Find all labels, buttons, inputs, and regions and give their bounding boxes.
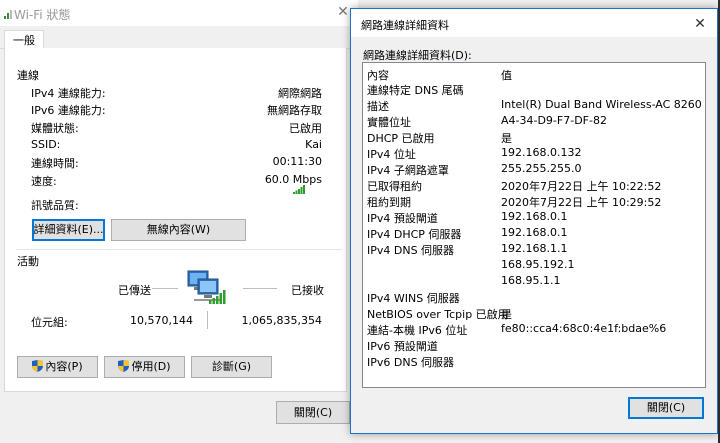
- list-item[interactable]: IPv4 位址 192.168.0.132: [363, 146, 705, 162]
- list-item-value: 是: [501, 132, 512, 145]
- list-item[interactable]: IPv4 DNS 伺服器 192.168.1.1: [363, 242, 705, 258]
- tab-general[interactable]: 一般: [4, 30, 44, 50]
- details-list-label: 網路連線詳細資料(D):: [363, 49, 472, 62]
- wifi-window-title: Wi-Fi 狀態: [14, 8, 71, 22]
- list-item-property: IPv4 DNS 伺服器: [367, 244, 455, 257]
- list-item-value: Intel(R) Dual Band Wireless-AC 8260: [501, 98, 702, 111]
- list-item[interactable]: IPv6 DNS 伺服器: [363, 354, 705, 370]
- wireless-properties-button[interactable]: 無線內容(W): [111, 219, 246, 241]
- ipv6-connectivity-label: IPv6 連線能力:: [31, 104, 106, 117]
- details-dialog-title: 網路連線詳細資料: [361, 19, 449, 32]
- list-item-value: 2020年7月22日 上午 10:29:52: [501, 196, 662, 209]
- connection-section-label: 連線: [17, 69, 39, 82]
- list-item-value: 2020年7月22日 上午 10:22:52: [501, 180, 662, 193]
- list-item[interactable]: 連結-本機 IPv6 位址 fe80::cca4:68c0:4e1f:bdae%…: [363, 322, 705, 338]
- details-close-icon[interactable]: ✕: [691, 15, 709, 33]
- signal-quality-label: 訊號品質:: [31, 199, 79, 212]
- wifi-close-button[interactable]: 關閉(C): [276, 401, 350, 424]
- activity-signal-icon: [209, 290, 226, 304]
- wifi-status-window: Wi-Fi 狀態 ✕ 一般 連線 IPv4 連線能力: 網際網路 IPv6 連線…: [0, 0, 358, 443]
- properties-button[interactable]: 內容(P): [17, 356, 98, 378]
- wifi-titlebar[interactable]: Wi-Fi 狀態 ✕: [0, 0, 358, 26]
- list-item-property: NetBIOS over Tcpip 已啟用: [367, 308, 509, 321]
- list-item-value: 是: [501, 308, 512, 321]
- list-item-value: 192.168.0.1: [501, 226, 568, 239]
- list-item-property: 連結-本機 IPv6 位址: [367, 324, 468, 337]
- details-close-button[interactable]: 關閉(C): [628, 397, 704, 419]
- list-item[interactable]: 租約到期 2020年7月22日 上午 10:29:52: [363, 194, 705, 210]
- list-item[interactable]: IPv4 DHCP 伺服器 192.168.0.1: [363, 226, 705, 242]
- disable-button-label: 停用(D): [131, 360, 171, 373]
- list-item-property: IPv4 預設閘道: [367, 212, 438, 225]
- list-item[interactable]: 連線特定 DNS 尾碼: [363, 82, 705, 98]
- list-item-property: IPv6 預設閘道: [367, 340, 438, 353]
- details-button[interactable]: 詳細資料(E)...: [32, 219, 105, 241]
- bytes-label: 位元組:: [31, 316, 68, 329]
- list-item-value: 192.168.0.1: [501, 210, 568, 223]
- wifi-signal-icon: [4, 10, 12, 19]
- received-line: [243, 288, 277, 289]
- sent-line: [152, 288, 178, 289]
- list-item[interactable]: NetBIOS over Tcpip 已啟用 是: [363, 306, 705, 322]
- activity-section-label: 活動: [17, 255, 39, 268]
- list-item-property: IPv4 WINS 伺服器: [367, 292, 460, 305]
- section-divider: [16, 249, 342, 250]
- ssid-label: SSID:: [31, 138, 61, 151]
- list-item-value: A4-34-D9-F7-DF-82: [501, 114, 607, 127]
- bytes-received-value: 1,065,835,354: [241, 314, 322, 327]
- ipv6-connectivity-value: 無網路存取: [267, 104, 322, 117]
- list-item-value: 168.95.1.1: [501, 274, 561, 287]
- list-item-value: 192.168.1.1: [501, 242, 568, 255]
- list-item-value: 255.255.255.0: [501, 162, 582, 175]
- list-item-property: 實體位址: [367, 116, 411, 129]
- uac-shield-icon: [32, 360, 44, 372]
- list-item[interactable]: 168.95.192.1: [363, 258, 705, 274]
- details-titlebar[interactable]: 網路連線詳細資料 ✕: [351, 9, 717, 37]
- network-details-dialog: 網路連線詳細資料 ✕ 網路連線詳細資料(D): 內容 值 連線特定 DNS 尾碼…: [350, 8, 718, 434]
- diagnose-button[interactable]: 診斷(G): [191, 356, 272, 378]
- list-item-property: IPv4 位址: [367, 148, 416, 161]
- duration-value: 00:11:30: [272, 155, 322, 168]
- bytes-divider: [207, 311, 208, 329]
- bytes-sent-value: 10,570,144: [130, 314, 193, 327]
- list-item-property: 描述: [367, 100, 389, 113]
- list-item-value: fe80::cca4:68c0:4e1f:bdae%6: [501, 322, 667, 335]
- ipv4-connectivity-label: IPv4 連線能力:: [31, 87, 106, 100]
- signal-bars-icon: [293, 185, 305, 194]
- sent-label: 已傳送: [118, 284, 151, 297]
- tab-strip: [0, 26, 358, 49]
- properties-button-label: 內容(P): [45, 360, 83, 373]
- list-item-value: 192.168.0.132: [501, 146, 582, 159]
- duration-label: 連線時間:: [31, 157, 79, 170]
- list-item-property: IPv6 DNS 伺服器: [367, 356, 455, 369]
- list-item[interactable]: 實體位址 A4-34-D9-F7-DF-82: [363, 114, 705, 130]
- list-item-property: 租約到期: [367, 196, 411, 209]
- list-item[interactable]: 已取得租約 2020年7月22日 上午 10:22:52: [363, 178, 705, 194]
- list-item-property: 連線特定 DNS 尾碼: [367, 84, 464, 97]
- details-list[interactable]: 內容 值 連線特定 DNS 尾碼 描述 Intel(R) Dual Band W…: [362, 62, 706, 388]
- column-header-value[interactable]: 值: [501, 67, 512, 83]
- list-item-property: IPv4 DHCP 伺服器: [367, 228, 462, 241]
- column-header-property[interactable]: 內容: [367, 67, 507, 83]
- list-item[interactable]: DHCP 已啟用 是: [363, 130, 705, 146]
- list-item-value: 168.95.192.1: [501, 258, 575, 271]
- list-item[interactable]: IPv6 預設閘道: [363, 338, 705, 354]
- list-item[interactable]: IPv4 WINS 伺服器: [363, 290, 705, 306]
- list-item-property: IPv4 子網路遮罩: [367, 164, 449, 177]
- media-state-value: 已啟用: [289, 122, 322, 135]
- list-item[interactable]: IPv4 子網路遮罩 255.255.255.0: [363, 162, 705, 178]
- list-item[interactable]: 168.95.1.1: [363, 274, 705, 290]
- ssid-value: Kai: [305, 138, 322, 151]
- speed-label: 速度:: [31, 175, 57, 188]
- received-label: 已接收: [291, 284, 324, 297]
- disable-button[interactable]: 停用(D): [104, 356, 185, 378]
- media-state-label: 媒體狀態:: [31, 122, 79, 135]
- list-item-property: DHCP 已啟用: [367, 132, 435, 145]
- ipv4-connectivity-value: 網際網路: [278, 87, 322, 100]
- list-item-property: 已取得租約: [367, 180, 422, 193]
- list-item[interactable]: 描述 Intel(R) Dual Band Wireless-AC 8260: [363, 98, 705, 114]
- list-item[interactable]: IPv4 預設閘道 192.168.0.1: [363, 210, 705, 226]
- uac-shield-icon: [118, 360, 130, 372]
